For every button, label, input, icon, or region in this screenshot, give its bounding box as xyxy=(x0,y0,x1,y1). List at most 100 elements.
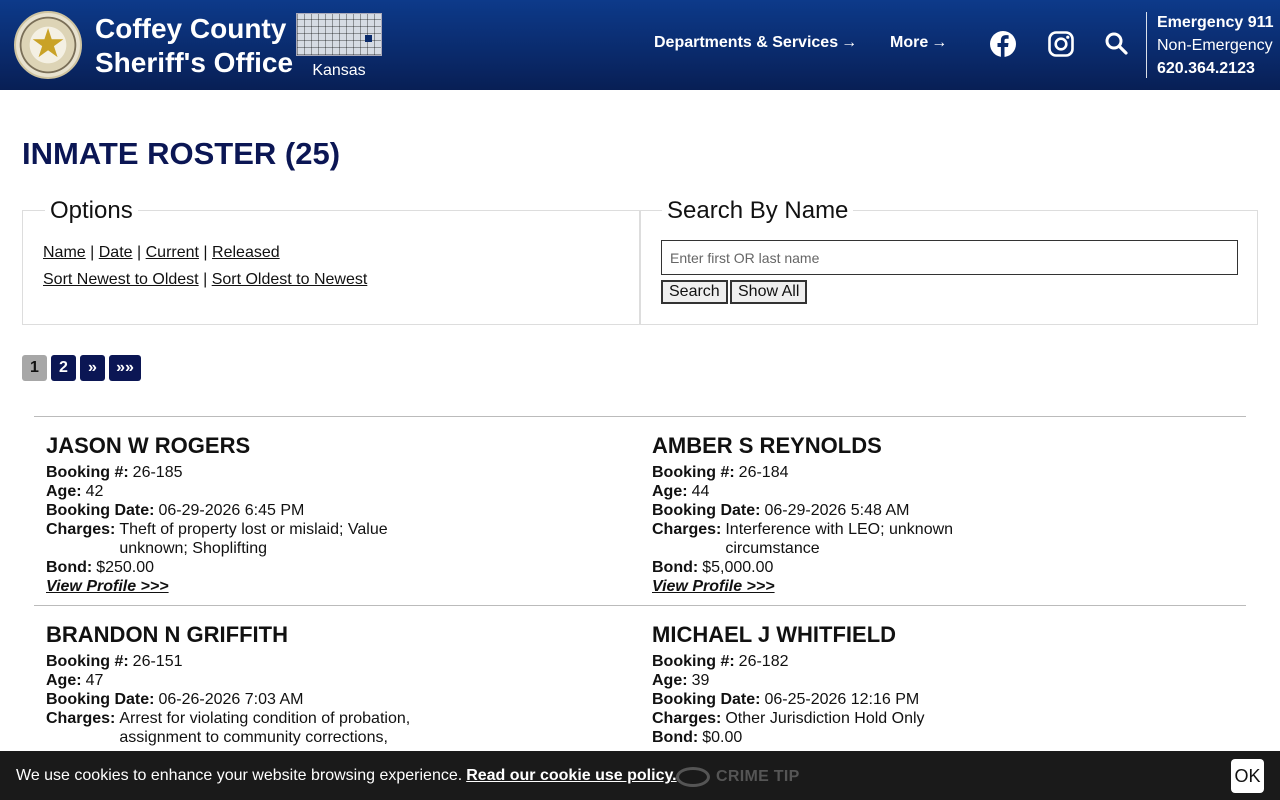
page-2-button[interactable]: 2 xyxy=(51,355,76,381)
search-title: Search By Name xyxy=(662,197,854,225)
separator: | xyxy=(203,244,208,261)
age-value: 47 xyxy=(85,672,104,689)
age-value: 44 xyxy=(691,483,710,500)
crime-tip-label: CRIME TIP xyxy=(716,768,800,786)
star-icon: ★ xyxy=(30,21,66,68)
inmate-name: JASON W ROGERS xyxy=(46,433,251,458)
last-page-button[interactable]: »» xyxy=(109,355,141,381)
view-profile-link[interactable]: View Profile >>> xyxy=(46,578,169,595)
age-label: Age: xyxy=(652,672,688,689)
booking-label: Booking #: xyxy=(652,653,735,670)
booking-date-label: Booking Date: xyxy=(46,691,155,708)
search-icon[interactable] xyxy=(1103,30,1131,58)
booking-date-value: 06-29-2026 5:48 AM xyxy=(764,502,910,519)
age-label: Age: xyxy=(46,672,82,689)
header-divider xyxy=(1146,12,1147,78)
separator: | xyxy=(203,271,208,288)
brand-line-2: Sheriff's Office xyxy=(95,47,294,78)
inmate-card: BRANDON N GRIFFITH Booking #: 26-151 Age:… xyxy=(46,622,606,747)
contact-block: Emergency 911 Non-Emergency 620.364.2123 xyxy=(1157,11,1274,80)
booking-label: Booking #: xyxy=(46,464,129,481)
booking-date-label: Booking Date: xyxy=(46,502,155,519)
instagram-icon[interactable] xyxy=(1047,30,1075,58)
inmate-name: AMBER S REYNOLDS xyxy=(652,433,882,458)
separator: | xyxy=(90,244,95,261)
bond-label: Bond: xyxy=(46,559,93,576)
arrow-right-icon: → xyxy=(931,34,948,51)
site-brand[interactable]: Coffey County Sheriff's Office xyxy=(95,12,293,80)
show-all-button[interactable]: Show All xyxy=(730,280,808,304)
cookie-ok-button[interactable]: OK xyxy=(1231,759,1264,793)
page-1-button[interactable]: 1 xyxy=(22,355,47,381)
nav-label: Departments & Services xyxy=(654,34,839,51)
crime-tip-button[interactable]: CRIME TIP xyxy=(676,767,800,787)
search-button[interactable]: Search xyxy=(661,280,728,304)
non-emergency-phone[interactable]: 620.364.2123 xyxy=(1157,57,1274,80)
page-title: INMATE ROSTER (25) xyxy=(22,136,341,171)
cookie-text: We use cookies to enhance your website b… xyxy=(16,767,463,784)
state-label: Kansas xyxy=(312,62,366,79)
booking-number: 26-151 xyxy=(132,653,183,670)
filter-links: Name | Date | Current | Released xyxy=(43,244,280,262)
separator: | xyxy=(137,244,142,261)
charges-value: Other Jurisdiction Hold Only xyxy=(725,710,925,727)
cookie-policy-link[interactable]: Read our cookie use policy. xyxy=(466,767,676,784)
bond-label: Bond: xyxy=(652,729,699,746)
options-title: Options xyxy=(45,197,138,225)
next-page-button[interactable]: » xyxy=(80,355,105,381)
filter-name-link[interactable]: Name xyxy=(43,244,86,261)
charges-value: Arrest for violating condition of probat… xyxy=(119,710,411,746)
charges-value: Theft of property lost or mislaid; Value… xyxy=(119,521,388,557)
arrow-right-icon: → xyxy=(841,34,858,51)
inmate-card: MICHAEL J WHITFIELD Booking #: 26-182 Age… xyxy=(652,622,1212,747)
sort-newest-link[interactable]: Sort Newest to Oldest xyxy=(43,271,199,288)
filter-date-link[interactable]: Date xyxy=(99,244,133,261)
age-value: 42 xyxy=(85,483,104,500)
facebook-icon[interactable] xyxy=(989,30,1017,58)
age-label: Age: xyxy=(46,483,82,500)
row-divider xyxy=(34,605,1246,606)
bond-label: Bond: xyxy=(652,559,699,576)
nav-label: More xyxy=(890,34,929,51)
pagination: 1 2 » »» xyxy=(22,355,141,381)
filter-released-link[interactable]: Released xyxy=(212,244,280,261)
bond-value: $5,000.00 xyxy=(702,559,774,576)
inmate-name: BRANDON N GRIFFITH xyxy=(46,622,288,647)
site-header: ★ Coffey County Sheriff's Office Kansas … xyxy=(0,0,1280,90)
charges-label: Charges: xyxy=(652,710,722,727)
booking-date-label: Booking Date: xyxy=(652,691,761,708)
sheriff-badge-logo[interactable]: ★ xyxy=(14,11,82,79)
view-profile-link[interactable]: View Profile >>> xyxy=(652,578,775,595)
booking-number: 26-185 xyxy=(132,464,183,481)
booking-date-value: 06-29-2026 6:45 PM xyxy=(158,502,305,519)
brand-line-1: Coffey County xyxy=(95,13,287,44)
charges-value: Interference with LEO; unknown circumsta… xyxy=(725,521,954,557)
booking-label: Booking #: xyxy=(652,464,735,481)
nav-departments-services[interactable]: Departments & Services → xyxy=(654,34,857,52)
row-divider xyxy=(34,416,1246,417)
booking-label: Booking #: xyxy=(46,653,129,670)
booking-number: 26-182 xyxy=(738,653,789,670)
kansas-map-icon xyxy=(296,13,382,56)
booking-date-value: 06-26-2026 7:03 AM xyxy=(158,691,304,708)
booking-date-value: 06-25-2026 12:16 PM xyxy=(764,691,920,708)
bond-value: $0.00 xyxy=(702,729,743,746)
booking-date-label: Booking Date: xyxy=(652,502,761,519)
name-search-input[interactable] xyxy=(661,240,1238,275)
sort-links: Sort Newest to Oldest | Sort Oldest to N… xyxy=(43,271,367,289)
charges-label: Charges: xyxy=(46,521,116,538)
charges-label: Charges: xyxy=(652,521,722,538)
charges-label: Charges: xyxy=(46,710,116,727)
inmate-card: JASON W ROGERS Booking #: 26-185 Age: 42 B… xyxy=(46,433,606,596)
nav-more[interactable]: More → xyxy=(890,34,947,52)
cookie-message: We use cookies to enhance your website b… xyxy=(16,767,677,785)
cookie-banner: CRIME TIP We use cookies to enhance your… xyxy=(0,751,1280,800)
options-panel: Options Name | Date | Current | Released… xyxy=(22,197,641,325)
age-value: 39 xyxy=(691,672,710,689)
search-panel: Search By Name Search Show All xyxy=(639,197,1258,325)
sort-oldest-link[interactable]: Sort Oldest to Newest xyxy=(212,271,368,288)
bond-value: $250.00 xyxy=(96,559,155,576)
emergency-label: Emergency 911 xyxy=(1157,14,1274,31)
inmate-name: MICHAEL J WHITFIELD xyxy=(652,622,897,647)
filter-current-link[interactable]: Current xyxy=(146,244,199,261)
